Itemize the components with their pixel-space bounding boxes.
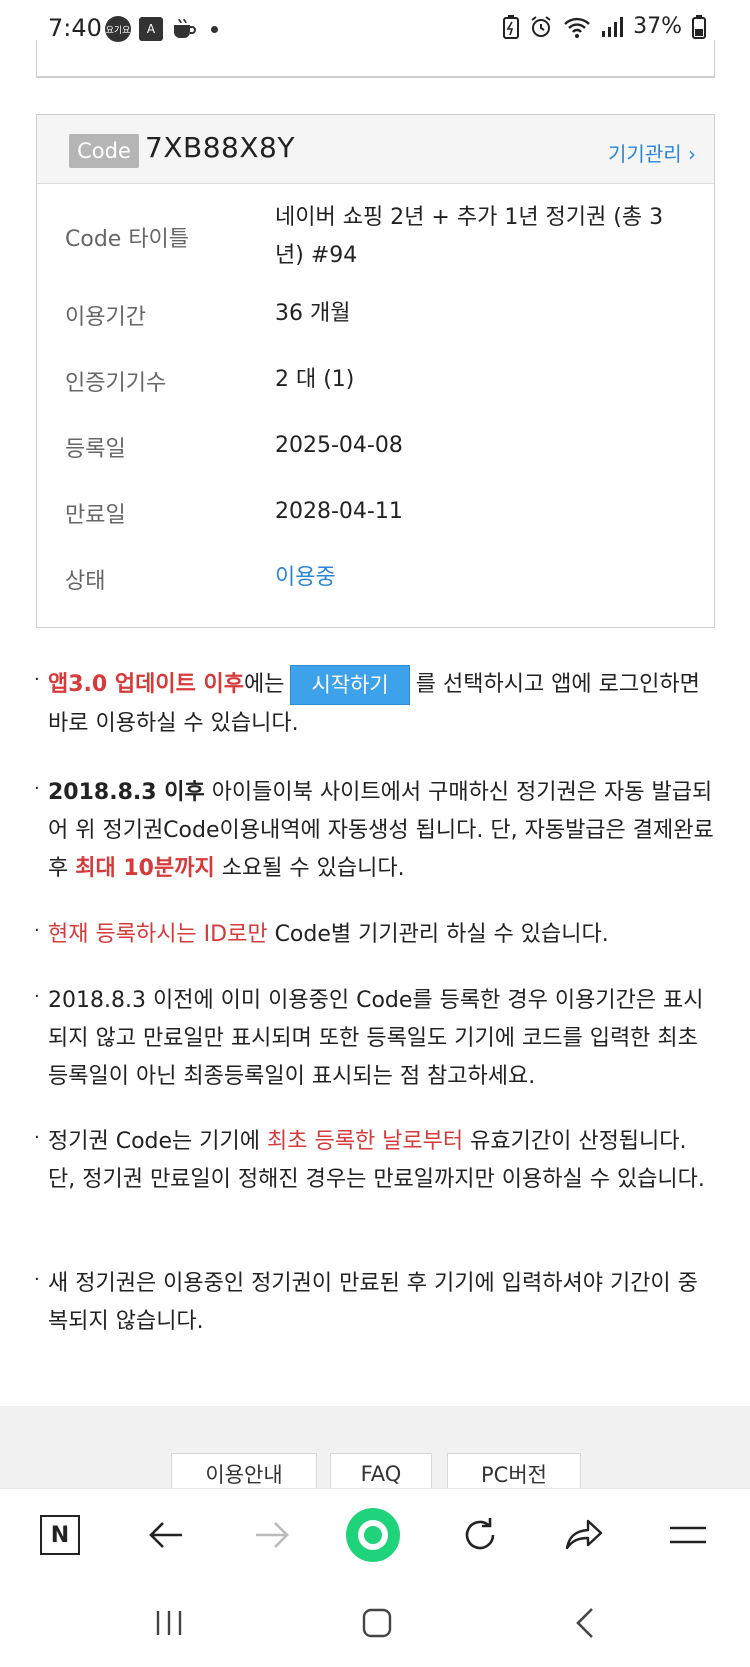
forward-arrow-icon — [256, 1522, 289, 1548]
naver-home-button[interactable]: N — [32, 1507, 88, 1563]
back-arrow-icon — [149, 1522, 182, 1548]
bullet: · — [34, 920, 40, 941]
bullet: · — [34, 1269, 40, 1290]
bullet: · — [34, 986, 40, 1007]
note-highlight: 현재 등록하시는 ID로만 — [48, 922, 268, 947]
home-button[interactable] — [352, 1600, 402, 1646]
note-text: 정기권 Code는 기기에 — [48, 1129, 267, 1154]
alarm-icon — [531, 15, 551, 37]
status-time: 7:40 — [48, 14, 102, 42]
green-dot-icon — [346, 1508, 400, 1562]
system-back-button[interactable] — [560, 1600, 610, 1646]
note-text: 소요될 수 있습니다. — [214, 856, 405, 881]
chevron-left-icon — [576, 1608, 593, 1638]
info-label: 인증기기수 — [65, 371, 167, 396]
recent-apps-icon — [156, 1611, 182, 1635]
device-management-link[interactable]: 기기관리 › — [608, 138, 696, 167]
info-row-registered: 등록일 2025-04-08 — [37, 427, 714, 471]
share-icon — [565, 1519, 603, 1550]
note-highlight: 최초 등록한 날로부터 — [266, 1129, 464, 1154]
browser-toolbar: N — [0, 1488, 750, 1581]
battery-saver-icon — [503, 14, 520, 39]
hamburger-icon — [670, 1526, 706, 1544]
info-value: 2 대 (1) — [275, 367, 355, 392]
previous-card-bottom — [36, 40, 715, 78]
note-validity: · 정기권 Code는 기기에 최초 등록한 날로부터 유효기간이 산정됩니다.… — [34, 1123, 718, 1199]
status-value: 이용중 — [275, 565, 336, 590]
info-label: 등록일 — [65, 437, 126, 462]
note-auto-issue: · 2018.8.3 이후 아이들이북 사이트에서 구매하신 정기권은 자동 발… — [34, 774, 718, 888]
refresh-icon — [465, 1518, 495, 1550]
note-new-pass: · 새 정기권은 이용중인 정기권이 만료된 후 기기에 입력하셔야 기간이 중… — [34, 1265, 718, 1341]
wifi-icon — [564, 17, 590, 38]
share-button[interactable] — [556, 1507, 612, 1563]
bullet: · — [34, 1127, 40, 1148]
info-value: 36 개월 — [275, 301, 351, 326]
more-notifications-dot — [211, 25, 218, 33]
info-label: 상태 — [65, 569, 106, 594]
code-card: Code 7XB88X8Y 기기관리 › Code 타이틀 네이버 쇼핑 2년 … — [36, 114, 715, 628]
note-text: 2018.8.3 이전에 이미 이용중인 Code를 등록한 경우 이용기간은 … — [48, 988, 704, 1089]
info-value: 2028-04-11 — [275, 499, 403, 524]
bullet: · — [34, 669, 40, 690]
info-value: 2025-04-08 — [275, 433, 403, 458]
recent-apps-button[interactable] — [144, 1600, 194, 1646]
info-row-devices: 인증기기수 2 대 (1) — [37, 361, 714, 405]
refresh-button[interactable] — [452, 1507, 508, 1563]
code-tag: Code — [69, 134, 139, 168]
note-text: 에는 — [243, 672, 285, 697]
note-app-update: · 앱3.0 업데이트 이후에는 시작하기 를 선택하시고 앱에 로그인하면 바로 … — [34, 665, 718, 743]
coffee-icon — [174, 18, 196, 38]
code-value: 7XB88X8Y — [145, 131, 295, 164]
home-square-icon — [362, 1608, 392, 1638]
info-row-title: Code 타이틀 네이버 쇼핑 2년 + 추가 1년 정기권 (총 3년) #9… — [37, 199, 714, 279]
info-row-expiry: 만료일 2028-04-11 — [37, 493, 714, 537]
info-row-period: 이용기간 36 개월 — [37, 295, 714, 339]
battery-charging-icon — [692, 14, 706, 39]
note-highlight: 최대 10분까지 — [75, 856, 215, 881]
note-text: 새 정기권은 이용중인 정기권이 만료된 후 기기에 입력하셔야 기간이 중복되… — [48, 1271, 698, 1334]
info-value: 네이버 쇼핑 2년 + 추가 1년 정기권 (총 3년) #94 — [275, 205, 664, 268]
note-highlight: 앱3.0 업데이트 이후 — [48, 672, 244, 697]
bullet: · — [34, 778, 40, 799]
menu-button[interactable] — [660, 1507, 716, 1563]
yogiyo-notification-icon: 요기요 — [105, 16, 131, 42]
code-card-header: Code 7XB88X8Y 기기관리 › — [37, 115, 714, 184]
info-row-status: 상태 이용중 — [37, 559, 714, 603]
note-legacy: · 2018.8.3 이전에 이미 이용중인 Code를 등록한 경우 이용기간… — [34, 982, 718, 1096]
system-navigation-bar — [0, 1580, 750, 1667]
footer: 이용안내 FAQ PC버전 — [0, 1406, 750, 1495]
naver-home-icon: N — [40, 1515, 80, 1555]
forward-button[interactable] — [244, 1507, 300, 1563]
note-text: Code별 기기관리 하실 수 있습니다. — [267, 922, 609, 947]
back-button[interactable] — [138, 1507, 194, 1563]
green-dot-button[interactable] — [345, 1507, 401, 1563]
info-label: Code 타이틀 — [65, 227, 190, 252]
translate-icon: A — [139, 17, 163, 41]
note-bold: 2018.8.3 이후 — [48, 780, 205, 805]
info-label: 이용기간 — [65, 305, 146, 330]
battery-percent: 37% — [633, 14, 682, 39]
info-label: 만료일 — [65, 503, 126, 528]
start-button[interactable]: 시작하기 — [290, 665, 410, 705]
note-id-only: · 현재 등록하시는 ID로만 Code별 기기관리 하실 수 있습니다. — [34, 916, 718, 954]
signal-icon — [602, 16, 624, 37]
